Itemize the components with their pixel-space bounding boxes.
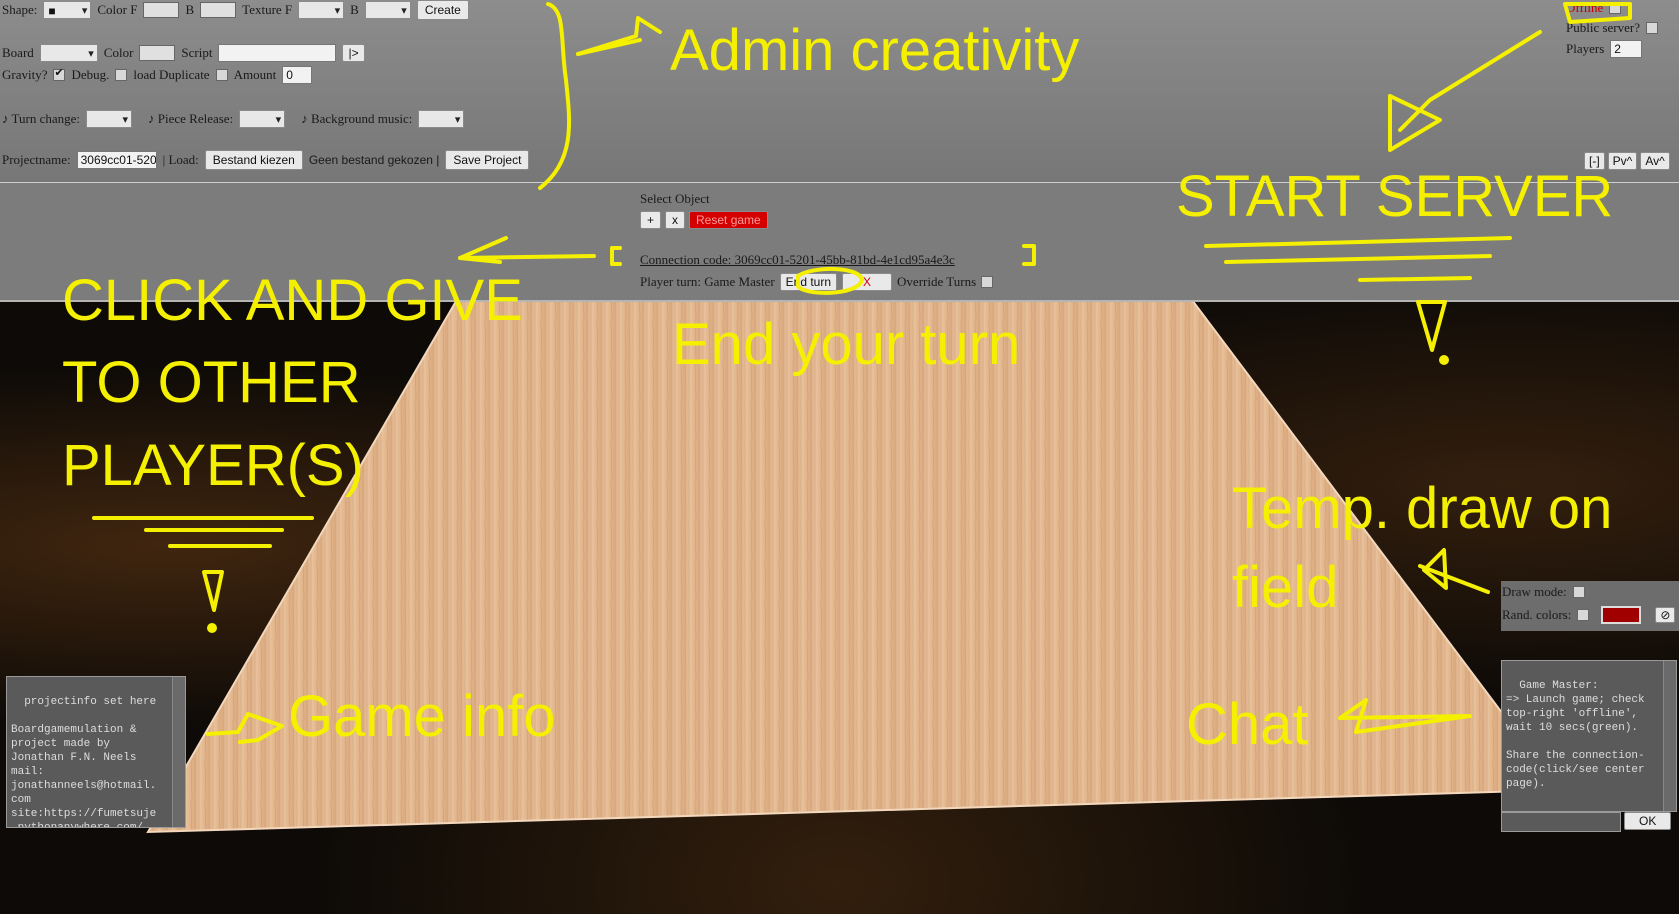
annotation-end-your-turn: End your turn <box>672 312 1021 377</box>
annotation-temp-draw: Temp. draw on field <box>1232 476 1613 620</box>
annotation-admin-creativity: Admin creativity <box>670 18 1080 83</box>
annotation-chat: Chat <box>1186 692 1309 757</box>
annotation-click-and-give: CLICK AND GIVE TO OTHER PLAYER(S) <box>62 268 523 498</box>
annotation-game-info: Game info <box>288 684 556 749</box>
annotation-start-server: START SERVER <box>1176 164 1614 229</box>
